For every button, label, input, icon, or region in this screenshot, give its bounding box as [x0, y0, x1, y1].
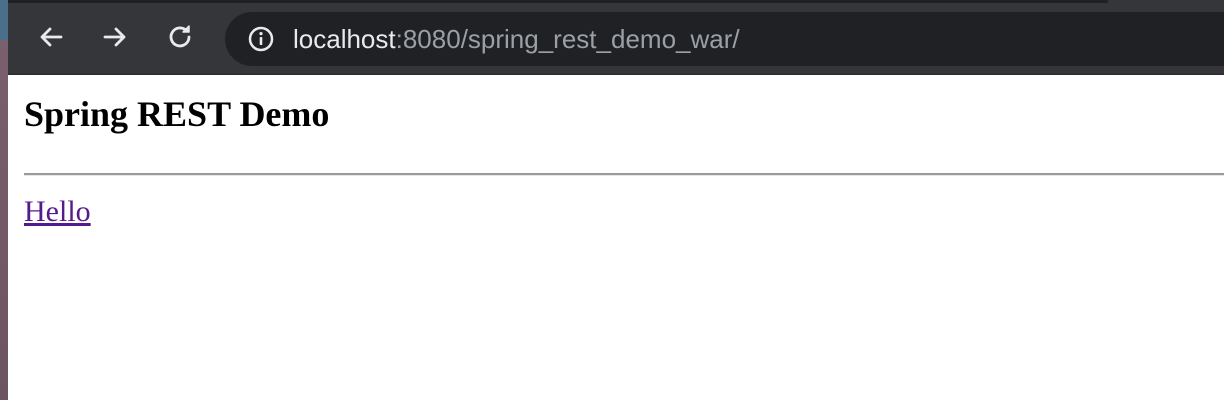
address-url[interactable]: localhost:8080/spring_rest_demo_war/ [293, 12, 740, 66]
reload-button[interactable] [163, 20, 197, 54]
browser-toolbar: localhost:8080/spring_rest_demo_war/ [8, 0, 1224, 75]
url-host: localhost [293, 24, 396, 54]
info-icon[interactable] [247, 25, 275, 53]
horizontal-rule [24, 173, 1224, 176]
url-path: :8080/spring_rest_demo_war/ [395, 24, 740, 54]
address-bar[interactable]: localhost:8080/spring_rest_demo_war/ [225, 12, 1224, 66]
forward-arrow-icon [103, 27, 126, 47]
page-title: Spring REST Demo [24, 94, 330, 134]
tab-strip-edge [8, 0, 1108, 3]
page-content: Spring REST Demo Hello [8, 75, 1224, 400]
browser-window: localhost:8080/spring_rest_demo_war/ Spr… [8, 0, 1224, 400]
back-button[interactable] [34, 20, 68, 54]
reload-icon [169, 25, 191, 48]
desktop-edge [0, 0, 8, 400]
forward-button[interactable] [98, 20, 132, 54]
hello-link[interactable]: Hello [24, 193, 91, 231]
back-arrow-icon [40, 27, 63, 47]
